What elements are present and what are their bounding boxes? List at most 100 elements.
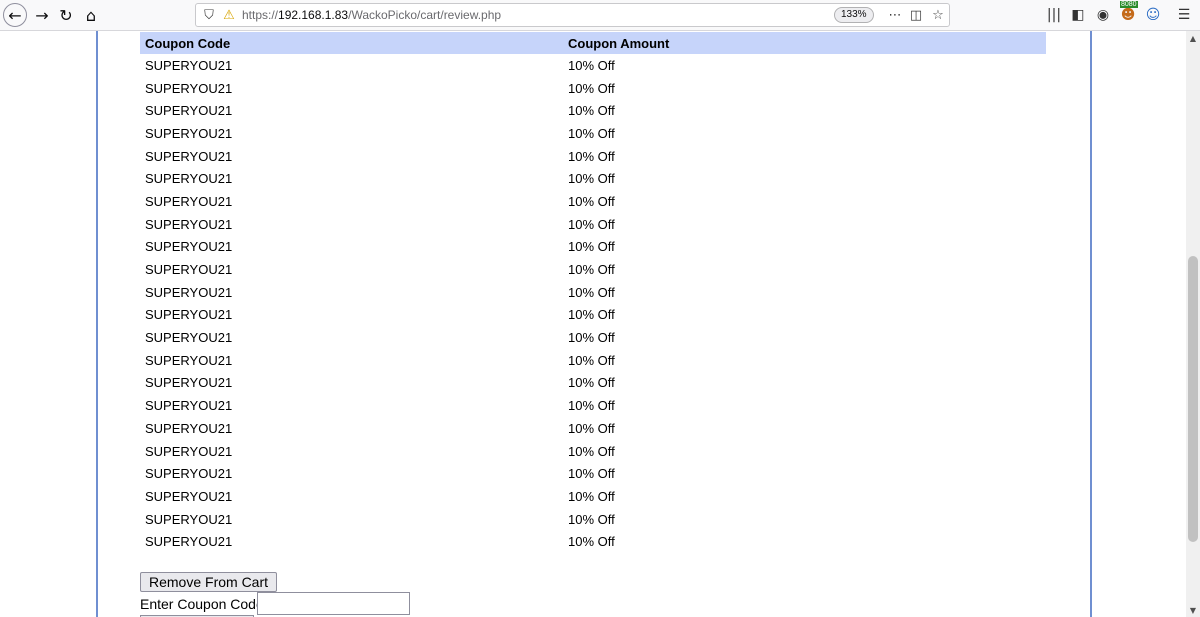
remove-from-cart-button[interactable]: Remove From Cart bbox=[140, 572, 278, 592]
library-icon[interactable]: ||| bbox=[1043, 4, 1065, 26]
scroll-thumb[interactable] bbox=[1188, 256, 1198, 542]
page-viewport: Coupon Code Coupon Amount SUPERYOU21 10% … bbox=[0, 31, 1186, 617]
table-row: SUPERYOU21 10% Off bbox=[140, 167, 1046, 190]
insecure-lock-icon[interactable]: ⚠ bbox=[220, 6, 238, 24]
table-row: SUPERYOU21 10% Off bbox=[140, 77, 1046, 100]
coupon-code-cell: SUPERYOU21 bbox=[145, 398, 233, 414]
coupon-amount-cell: 10% Off bbox=[568, 511, 615, 527]
coupon-amount-cell: 10% Off bbox=[568, 262, 615, 278]
table-row: SUPERYOU21 10% Off bbox=[140, 236, 1046, 259]
table-row: SUPERYOU21 10% Off bbox=[140, 462, 1046, 485]
table-row: SUPERYOU21 10% Off bbox=[140, 281, 1046, 304]
forward-arrow-icon[interactable]: → bbox=[30, 3, 54, 27]
header-coupon-amount: Coupon Amount bbox=[563, 32, 1046, 54]
table-row: SUPERYOU21 10% Off bbox=[140, 349, 1046, 372]
coupon-amount-cell: 10% Off bbox=[568, 420, 615, 436]
coupon-code-cell: SUPERYOU21 bbox=[145, 103, 233, 119]
coupon-amount-cell: 10% Off bbox=[568, 466, 615, 482]
coupon-amount-cell: 10% Off bbox=[568, 57, 615, 73]
url-text[interactable]: https://192.168.1.83/WackoPicko/cart/rev… bbox=[242, 8, 501, 22]
extension-icon[interactable]: 8080 ☻ bbox=[1117, 1, 1139, 26]
scroll-up-arrow-icon[interactable]: ▲ bbox=[1186, 31, 1200, 45]
coupon-code-input[interactable] bbox=[257, 592, 410, 615]
table-row: SUPERYOU21 10% Off bbox=[140, 485, 1046, 508]
coupon-code-cell: SUPERYOU21 bbox=[145, 80, 233, 96]
coupon-code-cell: SUPERYOU21 bbox=[145, 307, 233, 323]
table-row: SUPERYOU21 10% Off bbox=[140, 99, 1046, 122]
vertical-scrollbar[interactable]: ▲ ▼ bbox=[1186, 31, 1200, 617]
coupon-code-label: Enter Coupon Code: bbox=[140, 596, 268, 612]
coupon-code-cell: SUPERYOU21 bbox=[145, 193, 233, 209]
table-row: SUPERYOU21 10% Off bbox=[140, 190, 1046, 213]
more-actions-icon[interactable]: ⋯ bbox=[886, 6, 904, 24]
coupon-amount-cell: 10% Off bbox=[568, 398, 615, 414]
reload-icon[interactable]: ↻ bbox=[54, 3, 78, 27]
coupon-code-cell: SUPERYOU21 bbox=[145, 534, 233, 550]
coupon-amount-cell: 10% Off bbox=[568, 352, 615, 368]
scroll-down-arrow-icon[interactable]: ▼ bbox=[1186, 603, 1200, 617]
table-row: SUPERYOU21 10% Off bbox=[140, 326, 1046, 349]
coupon-code-cell: SUPERYOU21 bbox=[145, 466, 233, 482]
coupon-code-cell: SUPERYOU21 bbox=[145, 443, 233, 459]
coupon-amount-cell: 10% Off bbox=[568, 80, 615, 96]
back-arrow-icon[interactable]: ← bbox=[3, 3, 27, 27]
coupon-code-cell: SUPERYOU21 bbox=[145, 57, 233, 73]
addon-icon[interactable]: ☺ bbox=[1142, 4, 1164, 26]
coupon-code-cell: SUPERYOU21 bbox=[145, 375, 233, 391]
coupon-code-cell: SUPERYOU21 bbox=[145, 171, 233, 187]
coupon-table: Coupon Code Coupon Amount SUPERYOU21 10% … bbox=[140, 32, 1046, 553]
pocket-icon[interactable]: ◫ bbox=[907, 6, 925, 24]
sidebar-icon[interactable]: ◧ bbox=[1067, 4, 1089, 26]
coupon-amount-cell: 10% Off bbox=[568, 443, 615, 459]
bookmark-star-icon[interactable]: ☆ bbox=[929, 6, 947, 24]
url-path: /WackoPicko/cart/review.php bbox=[348, 8, 502, 22]
table-row: SUPERYOU21 10% Off bbox=[140, 145, 1046, 168]
home-icon[interactable]: ⌂ bbox=[79, 3, 103, 27]
table-row: SUPERYOU21 10% Off bbox=[140, 304, 1046, 327]
hamburger-menu-icon[interactable]: ☰ bbox=[1173, 4, 1195, 26]
header-coupon-code: Coupon Code bbox=[140, 32, 563, 54]
coupon-amount-cell: 10% Off bbox=[568, 103, 615, 119]
coupon-amount-cell: 10% Off bbox=[568, 216, 615, 232]
coupon-amount-cell: 10% Off bbox=[568, 375, 615, 391]
coupon-code-cell: SUPERYOU21 bbox=[145, 125, 233, 141]
url-prefix: https:// bbox=[242, 8, 279, 22]
table-row: SUPERYOU21 10% Off bbox=[140, 258, 1046, 281]
coupon-amount-cell: 10% Off bbox=[568, 488, 615, 504]
coupon-amount-cell: 10% Off bbox=[568, 171, 615, 187]
table-row: SUPERYOU21 10% Off bbox=[140, 417, 1046, 440]
table-row: SUPERYOU21 10% Off bbox=[140, 508, 1046, 531]
browser-toolbar: ← → ↻ ⌂ ⛉ ⚠ https://192.168.1.83/WackoPi… bbox=[0, 0, 1200, 31]
table-row: SUPERYOU21 10% Off bbox=[140, 372, 1046, 395]
coupon-amount-cell: 10% Off bbox=[568, 534, 615, 550]
coupon-code-cell: SUPERYOU21 bbox=[145, 330, 233, 346]
coupon-code-cell: SUPERYOU21 bbox=[145, 284, 233, 300]
account-icon[interactable]: ◉ bbox=[1092, 4, 1114, 26]
coupon-amount-cell: 10% Off bbox=[568, 193, 615, 209]
coupon-code-cell: SUPERYOU21 bbox=[145, 420, 233, 436]
table-row: SUPERYOU21 10% Off bbox=[140, 440, 1046, 463]
table-row: SUPERYOU21 10% Off bbox=[140, 213, 1046, 236]
coupon-code-cell: SUPERYOU21 bbox=[145, 352, 233, 368]
shield-icon[interactable]: ⛉ bbox=[200, 6, 218, 24]
table-row: SUPERYOU21 10% Off bbox=[140, 530, 1046, 553]
coupon-amount-cell: 10% Off bbox=[568, 307, 615, 323]
table-row: SUPERYOU21 10% Off bbox=[140, 394, 1046, 417]
zoom-level-badge[interactable]: 133% bbox=[834, 7, 874, 23]
address-bar[interactable]: ⛉ ⚠ https://192.168.1.83/WackoPicko/cart… bbox=[195, 3, 950, 27]
coupon-code-cell: SUPERYOU21 bbox=[145, 511, 233, 527]
coupon-amount-cell: 10% Off bbox=[568, 239, 615, 255]
table-row: SUPERYOU21 10% Off bbox=[140, 122, 1046, 145]
coupon-code-cell: SUPERYOU21 bbox=[145, 216, 233, 232]
table-header-row: Coupon Code Coupon Amount bbox=[140, 32, 1046, 54]
url-host: 192.168.1.83 bbox=[278, 8, 349, 22]
coupon-amount-cell: 10% Off bbox=[568, 330, 615, 346]
coupon-code-cell: SUPERYOU21 bbox=[145, 262, 233, 278]
coupon-code-cell: SUPERYOU21 bbox=[145, 488, 233, 504]
coupon-code-cell: SUPERYOU21 bbox=[145, 148, 233, 164]
coupon-code-cell: SUPERYOU21 bbox=[145, 239, 233, 255]
coupon-amount-cell: 10% Off bbox=[568, 284, 615, 300]
coupon-amount-cell: 10% Off bbox=[568, 148, 615, 164]
coupon-amount-cell: 10% Off bbox=[568, 125, 615, 141]
extension-badge: 8080 bbox=[1120, 1, 1138, 8]
